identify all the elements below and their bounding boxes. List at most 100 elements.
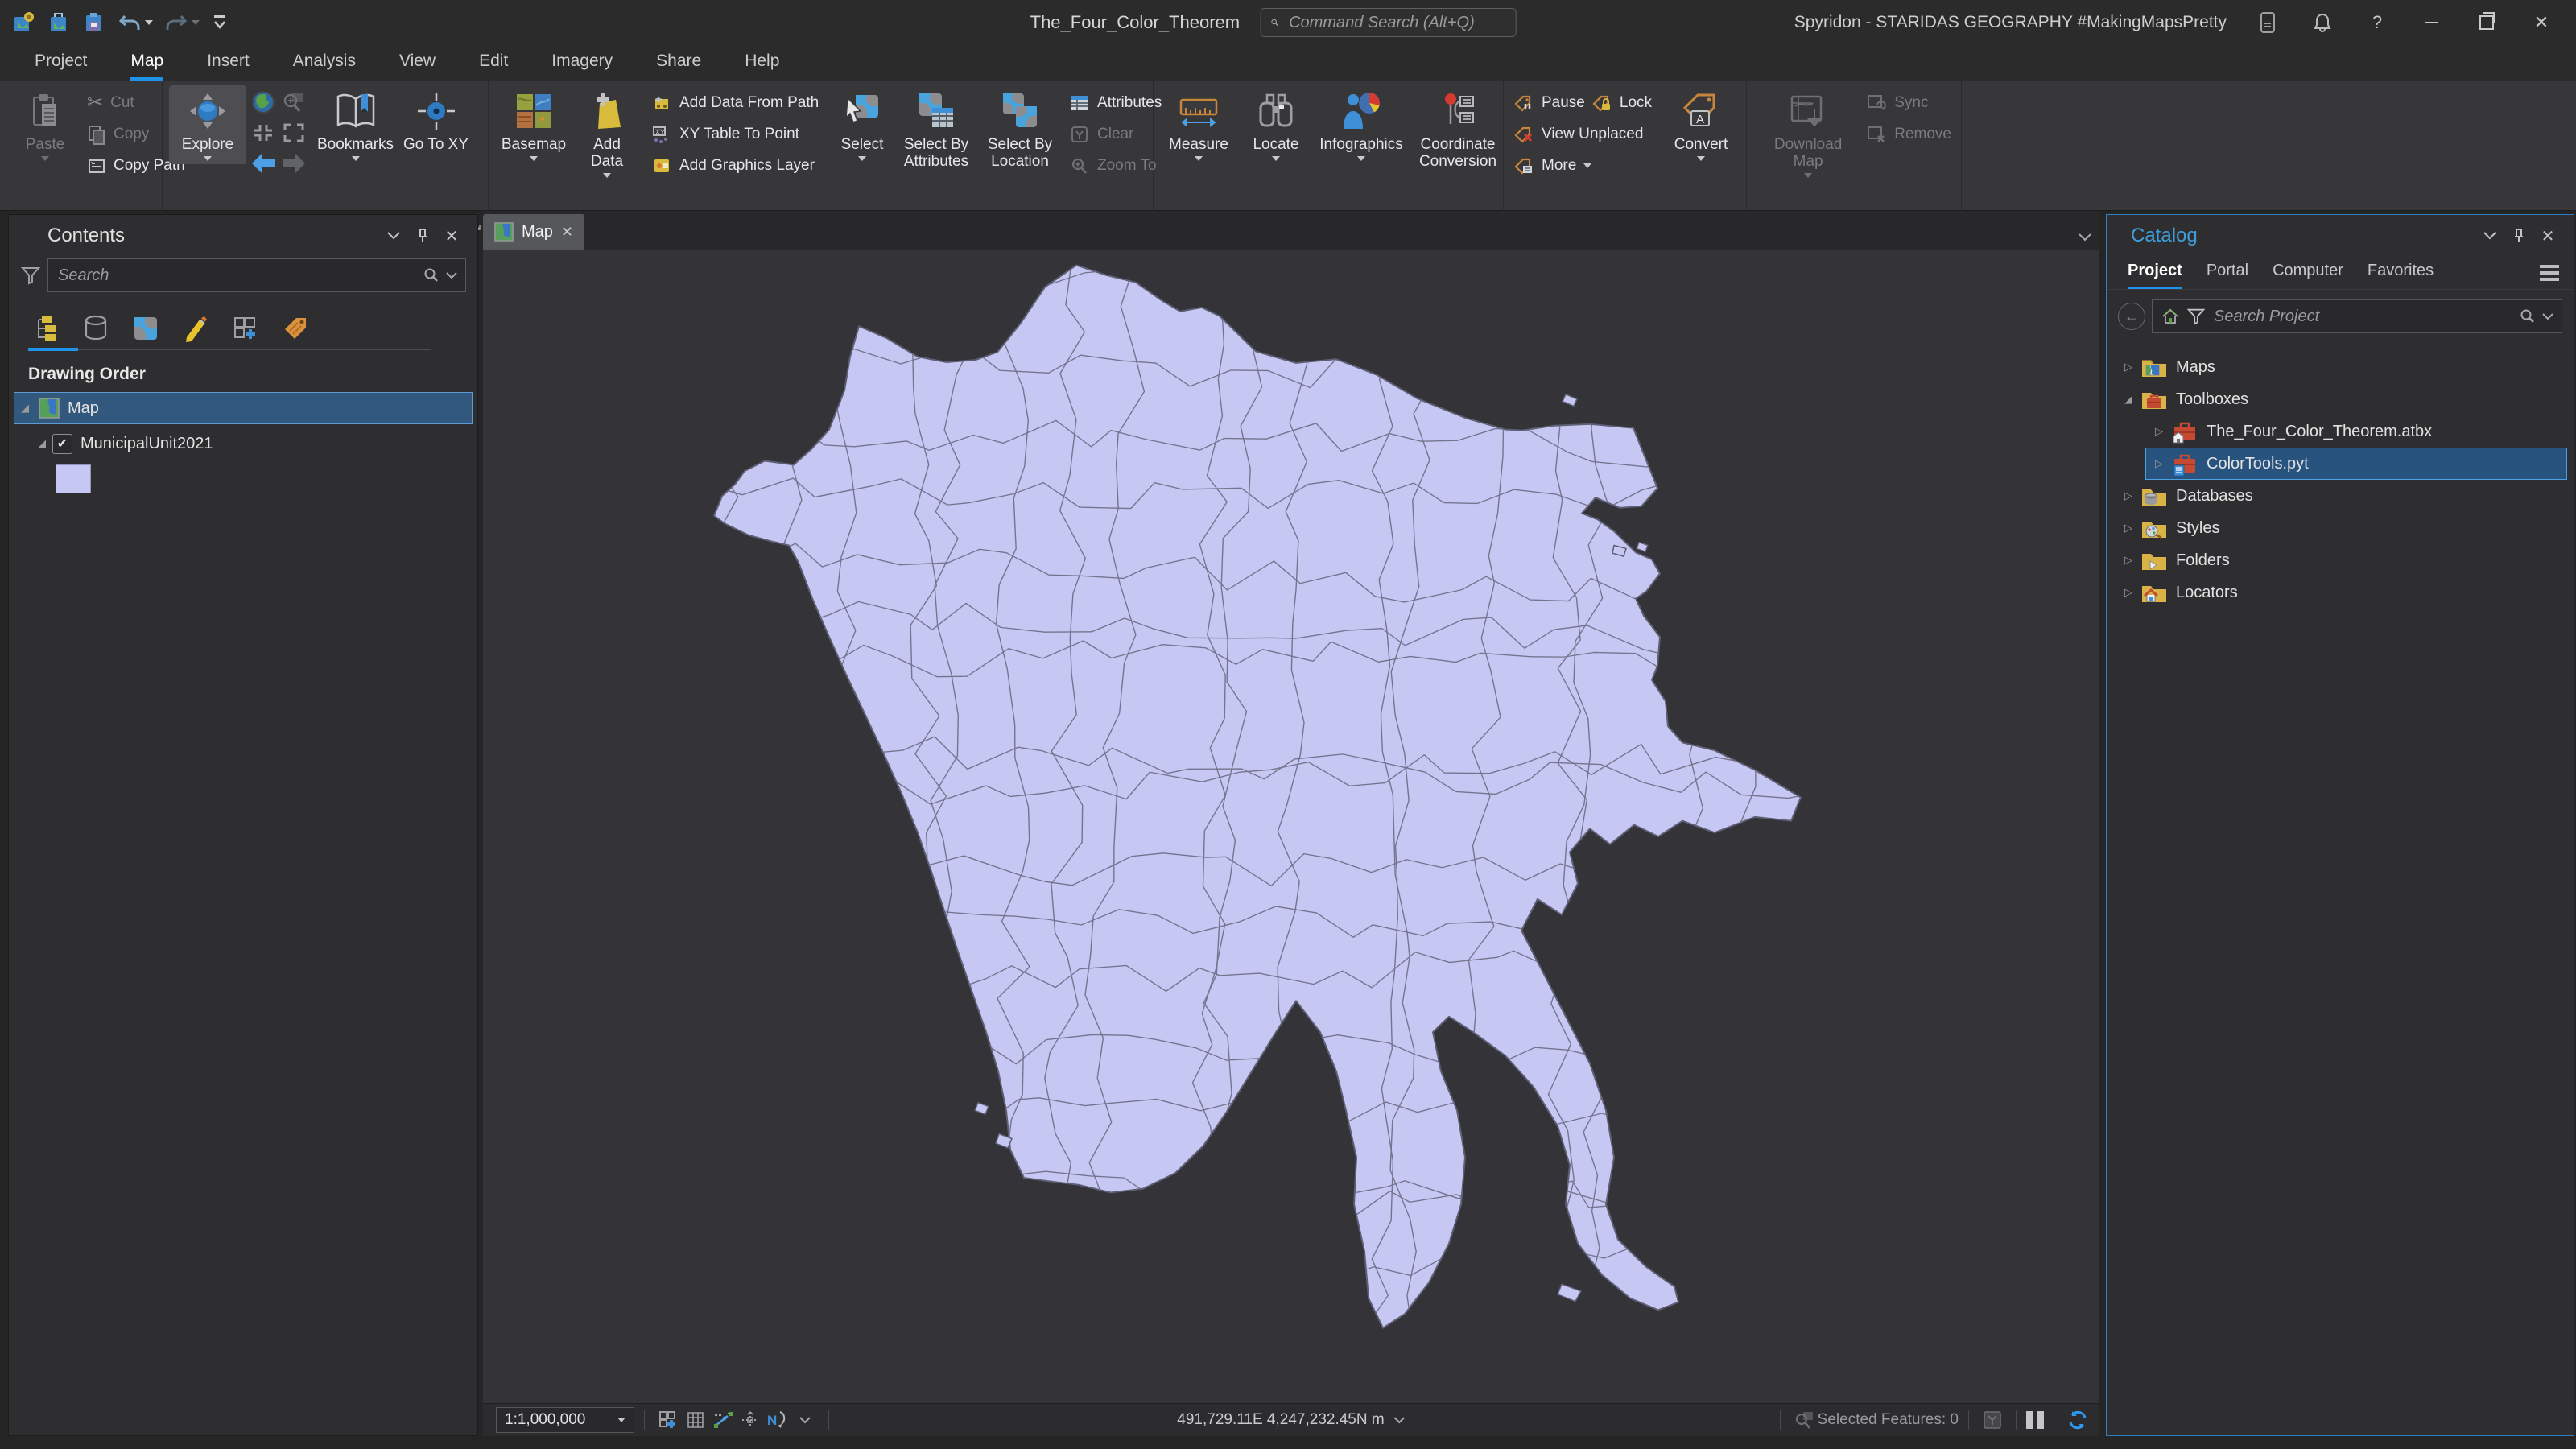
fixed-zoom-out-button[interactable] [250, 120, 277, 146]
municipal-layer-row[interactable]: ◢ ✔ MunicipalUnit2021 [9, 427, 477, 460]
catalog-tab-favorites[interactable]: Favorites [2368, 262, 2434, 289]
save-project-button[interactable] [82, 10, 106, 35]
close-button[interactable]: ✕ [2528, 9, 2555, 36]
restore-button[interactable] [2473, 9, 2500, 36]
tab-strip-menu-chevron-icon[interactable] [2079, 233, 2091, 242]
tab-insert[interactable]: Insert [185, 45, 271, 80]
infographics-dropdown[interactable] [1357, 156, 1365, 161]
catalog-search-input[interactable] [2212, 306, 2513, 327]
remove-map-button[interactable]: Remove [1863, 118, 1955, 150]
coordinate-readout[interactable]: 491,729.11E 4,247,232.45N m [1177, 1411, 1406, 1429]
tree-item-databases[interactable]: ▷ Databases [2107, 480, 2574, 512]
status-more-chevron-icon[interactable] [791, 1408, 819, 1432]
xy-table-to-point-button[interactable]: XY XY Table To Point [648, 118, 822, 150]
tab-map[interactable]: Map [109, 45, 185, 80]
contents-search-box[interactable] [47, 258, 466, 292]
undo-button[interactable] [118, 11, 153, 34]
contents-search-input[interactable] [56, 265, 417, 286]
clear-selection-button[interactable]: Clear [1066, 118, 1165, 150]
layer-visibility-checkbox[interactable]: ✔ [52, 433, 72, 454]
catalog-pin-icon[interactable] [2504, 221, 2533, 250]
catalog-tab-project[interactable]: Project [2128, 262, 2182, 289]
select-by-attributes-button[interactable]: Select By Attributes [894, 85, 979, 173]
filter-funnel-icon[interactable] [20, 265, 41, 286]
attributes-button[interactable]: Attributes [1066, 87, 1165, 118]
tab-help[interactable]: Help [723, 45, 801, 80]
tab-analysis[interactable]: Analysis [271, 45, 378, 80]
tree-item-colortools[interactable]: ▷ ColorTools.pyt [2107, 448, 2574, 480]
north-arrow-button[interactable]: N [764, 1408, 791, 1432]
add-data-from-path-button[interactable]: Add Data From Path [648, 87, 822, 118]
tree-item-atbx[interactable]: ▷ The_Four_Color_Theorem.atbx [2107, 415, 2574, 448]
help-button[interactable]: ? [2363, 9, 2391, 36]
tab-list-by-snapping[interactable] [228, 315, 263, 349]
tree-item-folders[interactable]: ▷ Folders [2107, 544, 2574, 576]
catalog-tab-computer[interactable]: Computer [2273, 262, 2343, 289]
select-button[interactable]: Select [831, 85, 894, 164]
tab-list-by-editing[interactable] [178, 315, 213, 349]
catalog-close-icon[interactable]: ✕ [2533, 221, 2562, 250]
catalog-filter-funnel-icon[interactable] [2186, 307, 2206, 326]
pyt-expander-icon[interactable]: ▷ [2149, 457, 2169, 470]
command-search[interactable] [1261, 8, 1517, 37]
view-unplaced-button[interactable]: View Unplaced [1510, 118, 1662, 150]
fixed-zoom-in-button[interactable] [280, 120, 308, 146]
map-tab-close-icon[interactable]: ✕ [561, 224, 573, 241]
add-graphics-layer-button[interactable]: Add Graphics Layer [648, 150, 822, 181]
paste-button[interactable]: Paste [6, 85, 84, 164]
selected-features-status[interactable]: Selected Features: 0 [1818, 1411, 1959, 1429]
home-icon[interactable] [2161, 308, 2180, 325]
customize-qat-button[interactable] [211, 12, 229, 33]
contents-search-dropdown-icon[interactable] [446, 271, 457, 279]
locate-dropdown[interactable] [1272, 156, 1280, 161]
zoom-to-selected-icon[interactable] [1790, 1408, 1818, 1432]
contents-pin-icon[interactable] [408, 221, 437, 250]
download-map-dropdown[interactable] [1804, 173, 1813, 178]
contents-collapse-chevron-icon[interactable] [379, 221, 408, 250]
tree-item-locators[interactable]: ▷ Locators [2107, 576, 2574, 609]
tab-list-by-selection[interactable] [128, 315, 163, 349]
open-project-button[interactable] [47, 10, 71, 35]
catalog-back-button[interactable]: ← [2118, 303, 2145, 330]
sync-button[interactable]: Sync [1863, 87, 1955, 118]
scale-selector[interactable]: 1:1,000,000 [496, 1407, 634, 1433]
databases-expander-icon[interactable]: ▷ [2118, 489, 2139, 502]
map-view-tab[interactable]: Map ✕ [483, 214, 584, 250]
bookmarks-button[interactable]: Bookmarks [312, 85, 398, 164]
tab-list-by-labeling[interactable] [278, 315, 313, 349]
measure-button[interactable]: Measure [1160, 85, 1237, 164]
command-search-input[interactable] [1287, 12, 1507, 33]
convert-labels-button[interactable]: A Convert [1662, 85, 1740, 164]
catalog-collapse-chevron-icon[interactable] [2475, 221, 2504, 250]
refresh-button[interactable] [2064, 1408, 2091, 1432]
labeling-more-button[interactable]: More [1510, 150, 1662, 181]
catalog-tab-portal[interactable]: Portal [2207, 262, 2248, 289]
basemap-dropdown[interactable] [530, 156, 538, 161]
layer-symbol-swatch[interactable] [56, 464, 91, 493]
coordinate-conversion-button[interactable]: Coordinate Conversion [1408, 85, 1508, 173]
toolboxes-expander-icon[interactable]: ◢ [2118, 393, 2139, 406]
new-layout-button[interactable] [654, 1408, 682, 1432]
tab-share[interactable]: Share [634, 45, 723, 80]
catalog-search-box[interactable] [2152, 299, 2562, 333]
convert-labels-dropdown[interactable] [1697, 156, 1705, 161]
maps-expander-icon[interactable]: ▷ [2118, 361, 2139, 374]
zoom-to-selection-button[interactable] [281, 89, 307, 115]
download-map-button[interactable]: Download Map [1753, 85, 1863, 181]
tab-view[interactable]: View [378, 45, 457, 80]
go-to-xy-button[interactable]: Go To XY [398, 85, 473, 156]
layer-expander-icon[interactable]: ◢ [31, 437, 52, 450]
tab-imagery[interactable]: Imagery [530, 45, 634, 80]
catalog-search-dropdown-icon[interactable] [2542, 312, 2553, 320]
tree-item-toolboxes[interactable]: ◢ Toolboxes [2107, 383, 2574, 415]
select-dropdown[interactable] [858, 156, 866, 161]
locate-button[interactable]: Locate [1237, 85, 1315, 164]
tree-item-styles[interactable]: ▷ Styles [2107, 512, 2574, 544]
pause-drawing-button[interactable] [2026, 1411, 2044, 1429]
catalog-menu-icon[interactable] [2540, 265, 2559, 289]
add-data-dropdown[interactable] [603, 173, 611, 178]
basemap-button[interactable]: Basemap [495, 85, 572, 164]
tab-edit[interactable]: Edit [457, 45, 530, 80]
atbx-expander-icon[interactable]: ▷ [2149, 425, 2169, 438]
map-layer-row[interactable]: ◢ Map [14, 392, 473, 424]
